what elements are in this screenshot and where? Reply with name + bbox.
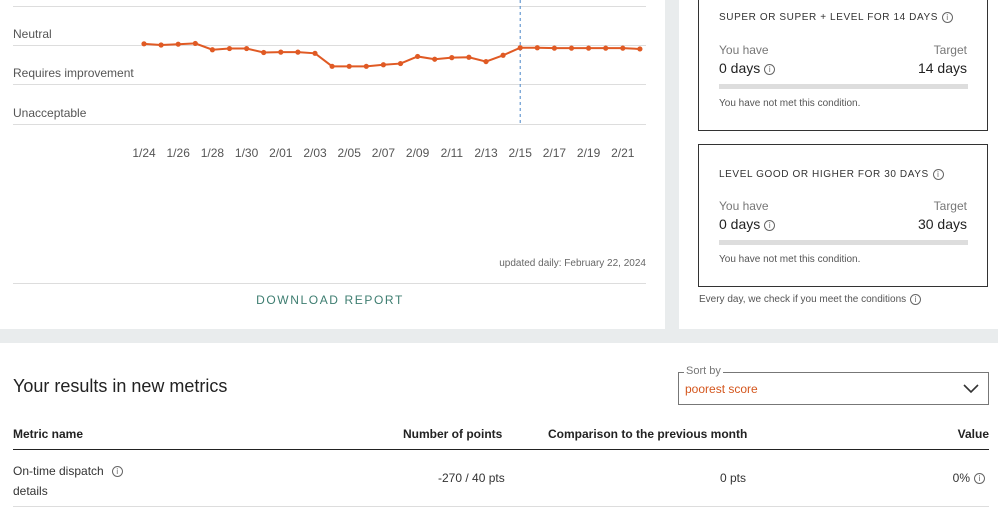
progress-bar <box>719 240 968 245</box>
data-point[interactable] <box>312 50 318 56</box>
x-tick-label: 1/24 <box>132 146 156 160</box>
everyday-note: Every day, we check if you meet the cond… <box>699 294 922 306</box>
metric-name: On-time dispatch i <box>13 464 123 478</box>
data-point[interactable] <box>466 54 472 60</box>
metric-value-text: 0% <box>952 471 970 485</box>
quality-chart-card: Neutral Requires improvement Unacceptabl… <box>0 0 665 329</box>
have-value: 0 days i <box>719 216 776 232</box>
info-icon[interactable]: i <box>932 169 944 180</box>
line-chart <box>141 0 643 124</box>
series-line <box>143 42 640 68</box>
x-tick-label: 1/30 <box>234 146 259 160</box>
updated-note: updated daily: February 22, 2024 <box>499 258 646 269</box>
progress-bar <box>719 84 968 89</box>
x-tick-label: 2/09 <box>405 146 430 160</box>
data-point[interactable] <box>346 63 352 69</box>
data-point[interactable] <box>175 41 181 47</box>
x-tick-label: 2/13 <box>474 146 498 160</box>
x-tick-label: 2/19 <box>576 146 601 160</box>
data-point[interactable] <box>603 45 609 51</box>
data-point[interactable] <box>380 62 386 68</box>
info-icon[interactable]: i <box>764 63 776 75</box>
target-value: 14 days <box>917 60 967 76</box>
data-point[interactable] <box>278 49 284 55</box>
target-label: Target <box>933 199 967 213</box>
column-header-comparison: Comparison to the previous month <box>548 427 748 441</box>
data-point[interactable] <box>637 46 643 52</box>
chevron-down-icon <box>963 384 979 394</box>
data-point[interactable] <box>620 45 626 51</box>
sort-value: poorest score <box>685 382 758 396</box>
data-point[interactable] <box>329 63 335 69</box>
column-header-value: Value <box>957 427 989 441</box>
target-value: 30 days <box>917 216 967 232</box>
x-tick-label: 2/15 <box>508 146 532 160</box>
data-point[interactable] <box>261 49 267 56</box>
data-point[interactable] <box>449 55 455 61</box>
condition-title-text: LEVEL GOOD OR HIGHER FOR 30 DAYS <box>719 169 929 181</box>
have-value-text: 0 days <box>719 60 761 76</box>
data-point[interactable] <box>363 63 369 69</box>
metric-value: 0% i <box>953 471 985 485</box>
data-point[interactable] <box>551 45 558 51</box>
target-label: Target <box>933 43 967 57</box>
everyday-note-text: Every day, we check if you meet the cond… <box>699 294 907 306</box>
results-title: Your results in new metrics <box>13 376 228 396</box>
data-point[interactable] <box>432 56 438 62</box>
data-point[interactable] <box>517 45 523 51</box>
x-tick-label: 2/01 <box>269 146 293 160</box>
details-link[interactable]: details <box>13 484 48 498</box>
data-point[interactable] <box>397 60 404 67</box>
info-icon[interactable]: i <box>910 294 922 305</box>
data-point[interactable] <box>534 45 540 51</box>
info-icon[interactable]: i <box>764 219 776 231</box>
condition-status: You have not met this condition. <box>719 254 861 265</box>
x-tick-label: 2/17 <box>542 146 567 160</box>
sort-select[interactable]: Sort by poorest score <box>678 365 989 405</box>
condition-title-text: SUPER OR SUPER + LEVEL FOR 14 DAYS <box>719 12 939 24</box>
data-point[interactable] <box>244 45 250 52</box>
row-divider <box>13 506 989 507</box>
data-point[interactable] <box>483 58 489 65</box>
x-tick-label: 2/11 <box>440 146 464 160</box>
sort-label: Sort by <box>684 365 723 377</box>
data-point[interactable] <box>158 42 164 48</box>
condition-title: SUPER OR SUPER + LEVEL FOR 14 DAYS i <box>719 12 954 24</box>
data-point[interactable] <box>226 45 233 52</box>
condition-title: LEVEL GOOD OR HIGHER FOR 30 DAYS i <box>719 169 944 180</box>
data-point[interactable] <box>141 41 147 47</box>
metric-comparison: 0 pts <box>720 471 747 485</box>
x-tick-label: 2/03 <box>303 146 327 160</box>
download-report-link[interactable]: DOWNLOAD REPORT <box>0 293 660 307</box>
info-icon[interactable]: i <box>111 466 123 478</box>
have-label: You have <box>719 199 769 213</box>
have-value-text: 0 days <box>719 216 761 232</box>
condition-card-super: SUPER OR SUPER + LEVEL FOR 14 DAYS i You … <box>698 0 988 131</box>
data-point[interactable] <box>586 45 592 51</box>
info-icon[interactable]: i <box>974 473 985 485</box>
data-point[interactable] <box>568 45 575 51</box>
divider <box>13 283 646 284</box>
data-point[interactable] <box>500 52 506 58</box>
metric-points: -270 / 40 pts <box>438 471 505 485</box>
data-point[interactable] <box>192 40 198 47</box>
condition-status: You have not met this condition. <box>719 98 861 109</box>
condition-card-good: LEVEL GOOD OR HIGHER FOR 30 DAYS i You ha… <box>698 144 988 287</box>
header-divider <box>13 449 989 450</box>
data-point[interactable] <box>209 47 215 53</box>
metric-name-text: On-time dispatch <box>13 464 104 478</box>
x-tick-label: 1/26 <box>166 146 190 160</box>
x-tick-label: 2/05 <box>337 146 361 160</box>
data-point[interactable] <box>295 49 301 55</box>
have-label: You have <box>719 43 769 57</box>
column-header-points: Number of points <box>403 427 503 441</box>
column-header-metric-name: Metric name <box>13 427 84 441</box>
x-tick-label: 2/21 <box>611 146 635 160</box>
x-tick-label: 2/07 <box>371 146 396 160</box>
have-value: 0 days i <box>719 60 776 76</box>
results-section: Your results in new metrics Sort by poor… <box>0 343 998 509</box>
data-point[interactable] <box>415 53 421 60</box>
info-icon[interactable]: i <box>942 12 954 23</box>
x-tick-label: 1/28 <box>200 146 225 160</box>
